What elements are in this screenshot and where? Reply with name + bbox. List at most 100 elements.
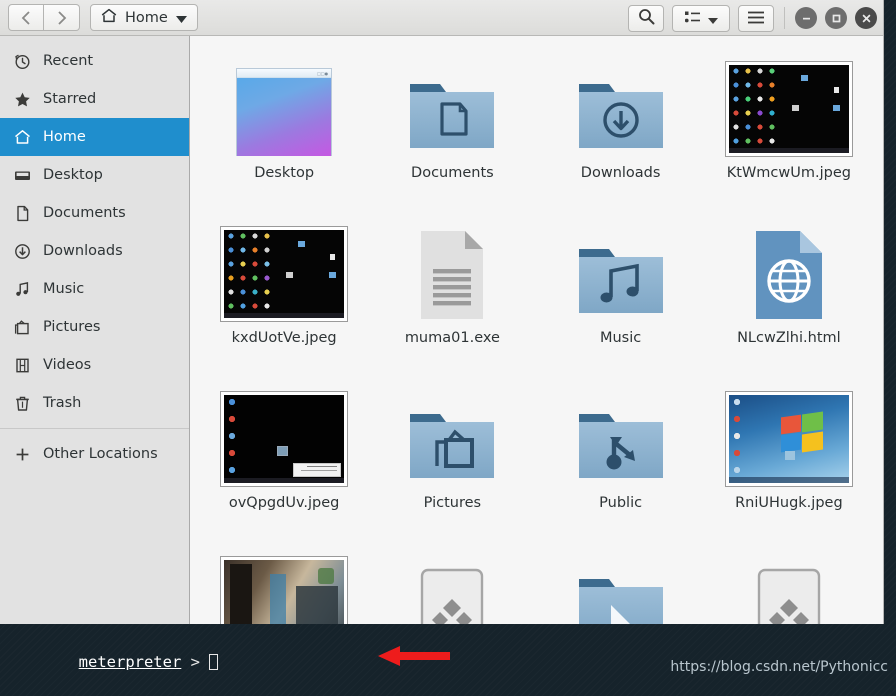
file-item[interactable]: kxdUotVe.jpeg: [200, 215, 368, 380]
back-button[interactable]: [8, 4, 44, 31]
file-name: Downloads: [580, 165, 661, 181]
folder-public-icon: [575, 386, 667, 486]
sidebar-item-label: Documents: [43, 205, 126, 221]
sidebar-item-label: Pictures: [43, 319, 101, 335]
window-body: Recent Starred Home Desktop Documents Do…: [0, 36, 883, 624]
sidebar-item-label: Desktop: [43, 167, 103, 183]
file-item[interactable]: KtWmcwUm.jpeg: [705, 50, 873, 215]
sidebar-item-videos[interactable]: Videos: [0, 346, 189, 384]
video-icon: [14, 357, 31, 374]
file-item[interactable]: [705, 545, 873, 624]
file-name: Pictures: [423, 495, 482, 511]
sidebar-item-recent[interactable]: Recent: [0, 42, 189, 80]
file-item[interactable]: Documents: [368, 50, 536, 215]
path-bar-home-button[interactable]: Home: [90, 4, 198, 31]
sidebar-item-trash[interactable]: Trash: [0, 384, 189, 422]
folder-documents-icon: [406, 56, 498, 156]
vertical-scrollbar[interactable]: [872, 38, 881, 158]
chevron-down-icon: [175, 8, 187, 27]
close-button[interactable]: [855, 7, 877, 29]
thumbnail: [725, 56, 852, 156]
file-item[interactable]: [368, 545, 536, 624]
thumbnail: [221, 551, 348, 624]
file-name: muma01.exe: [404, 330, 500, 346]
file-item[interactable]: muma01.exe: [368, 215, 536, 380]
terminal-cursor: [209, 654, 219, 670]
navigation-buttons: [8, 4, 80, 31]
file-generic-diamond-icon: [419, 551, 485, 624]
maximize-button[interactable]: [825, 7, 847, 29]
file-name: Music: [599, 330, 642, 346]
sidebar-item-starred[interactable]: Starred: [0, 80, 189, 118]
sidebar-item-documents[interactable]: Documents: [0, 194, 189, 232]
home-icon: [101, 8, 117, 27]
picture-icon: [14, 319, 31, 336]
file-item[interactable]: Music: [537, 215, 705, 380]
red-left-arrow-icon: [378, 645, 450, 671]
file-item[interactable]: [537, 545, 705, 624]
main-menu-button[interactable]: [738, 4, 774, 32]
file-item[interactable]: ovQpgdUv.jpeg: [200, 380, 368, 545]
file-manager-window: Home Recent Starred Home Desktop Documen…: [0, 0, 884, 624]
thumbnail: [221, 386, 348, 486]
file-grid: □□● Desktop Documents Downloads KtWmcwUm…: [190, 36, 883, 624]
sidebar-item-downloads[interactable]: Downloads: [0, 232, 189, 270]
forward-button[interactable]: [44, 4, 80, 31]
minimize-button[interactable]: [795, 7, 817, 29]
sidebar-item-label: Recent: [43, 53, 94, 69]
home-icon: [14, 129, 31, 146]
file-item[interactable]: Public: [537, 380, 705, 545]
file-item[interactable]: Downloads: [537, 50, 705, 215]
thumbnail: □□●: [236, 56, 333, 156]
search-icon: [638, 8, 655, 29]
file-name: ovQpgdUv.jpeg: [228, 495, 340, 511]
file-generic-diamond-icon: [756, 551, 822, 624]
sidebar-item-label: Other Locations: [43, 446, 158, 462]
sidebar-item-label: Music: [43, 281, 85, 297]
folder-plain-icon: [575, 551, 667, 624]
file-item[interactable]: Pictures: [368, 380, 536, 545]
file-name: NLcwZlhi.html: [737, 330, 841, 346]
watermark-text: https://blog.csdn.net/Pythonicc: [670, 659, 888, 675]
terminal-line: meterpreter >: [4, 631, 644, 671]
file-grid-area[interactable]: □□● Desktop Documents Downloads KtWmcwUm…: [190, 36, 883, 624]
desktop-icon: [14, 167, 31, 184]
sidebar-divider: [0, 428, 189, 429]
chevron-down-icon: [707, 9, 718, 28]
path-label: Home: [125, 9, 168, 26]
file-name: Desktop: [254, 165, 315, 181]
sidebar-item-other-locations[interactable]: Other Locations: [0, 435, 189, 473]
screen: [-] webcam_start: Operation failed: 1056…: [0, 0, 896, 696]
sidebar-item-desktop[interactable]: Desktop: [0, 156, 189, 194]
hamburger-menu-icon: [748, 9, 764, 28]
file-generic-text-icon: [415, 221, 489, 321]
search-button[interactable]: [628, 4, 664, 32]
view-list-icon: [684, 9, 701, 28]
plus-icon: [14, 446, 31, 463]
trash-icon: [14, 395, 31, 412]
file-name: Documents: [411, 165, 494, 181]
sidebar-item-music[interactable]: Music: [0, 270, 189, 308]
clock-icon: [14, 53, 31, 70]
toolbar-divider: [784, 7, 785, 29]
thumbnail: [221, 221, 348, 321]
sidebar-item-pictures[interactable]: Pictures: [0, 308, 189, 346]
file-item[interactable]: [200, 545, 368, 624]
file-name: kxdUotVe.jpeg: [231, 330, 337, 346]
download-icon: [14, 243, 31, 260]
sidebar-item-label: Downloads: [43, 243, 123, 259]
file-item[interactable]: □□● Desktop: [200, 50, 368, 215]
sidebar-item-label: Trash: [43, 395, 82, 411]
header-bar: Home: [0, 0, 883, 36]
sidebar-item-label: Videos: [43, 357, 92, 373]
file-item[interactable]: NLcwZlhi.html: [705, 215, 873, 380]
view-options-button[interactable]: [672, 4, 730, 32]
sidebar: Recent Starred Home Desktop Documents Do…: [0, 36, 190, 624]
sidebar-item-home[interactable]: Home: [0, 118, 189, 156]
file-item[interactable]: RniUHugk.jpeg: [705, 380, 873, 545]
file-name: Public: [599, 495, 643, 511]
terminal-line-text: >: [181, 653, 210, 671]
sidebar-item-label: Home: [43, 129, 86, 145]
folder-pictures-icon: [406, 386, 498, 486]
music-icon: [14, 281, 31, 298]
